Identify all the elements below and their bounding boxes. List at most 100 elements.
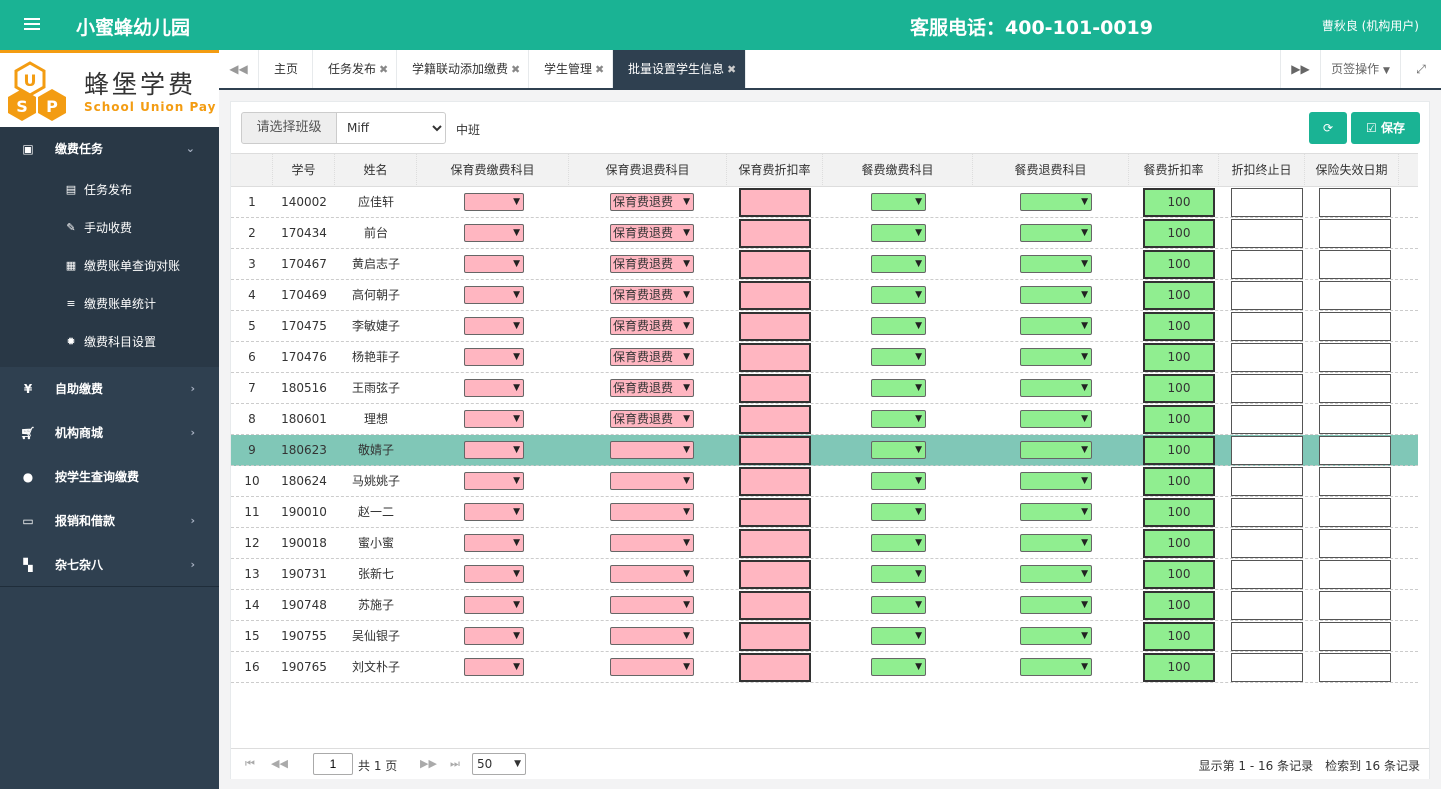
meal-discount-input[interactable]: 100 <box>1143 374 1215 403</box>
care-refund-item-select[interactable]: ▼ <box>610 627 694 645</box>
care-discount-input[interactable] <box>739 250 811 279</box>
meal-discount-input[interactable]: 100 <box>1143 467 1215 496</box>
care-discount-input[interactable] <box>739 560 811 589</box>
insurance-expiry-input[interactable] <box>1319 436 1391 465</box>
meal-discount-input[interactable]: 100 <box>1143 219 1215 248</box>
care-fee-item-select[interactable]: ▼ <box>464 379 524 397</box>
meal-fee-item-select[interactable]: ▼ <box>871 317 926 335</box>
discount-end-date-input[interactable] <box>1231 219 1303 248</box>
discount-end-date-input[interactable] <box>1231 622 1303 651</box>
tabs-scroll-left-icon[interactable]: ◀◀ <box>219 50 259 88</box>
th-care-fee-item[interactable]: 保育费缴费科目 <box>417 154 569 187</box>
meal-fee-item-select[interactable]: ▼ <box>871 658 926 676</box>
table-row[interactable]: 11 190010 赵一二 ▼ ▼ ▼ ▼ 100 <box>231 497 1418 528</box>
table-row[interactable]: 3 170467 黄启志子 ▼ 保育费退费 ▼ ▼ ▼ 100 <box>231 249 1418 280</box>
meal-refund-item-select[interactable]: ▼ <box>1020 503 1092 521</box>
meal-refund-item-select[interactable]: ▼ <box>1020 658 1092 676</box>
sidebar-subitem-fee-settings[interactable]: ✹ 缴费科目设置 <box>0 323 219 361</box>
meal-discount-input[interactable]: 100 <box>1143 405 1215 434</box>
care-refund-item-select[interactable]: 保育费退费 ▼ <box>610 317 694 335</box>
th-student-id[interactable]: 学号 <box>273 154 335 187</box>
care-fee-item-select[interactable]: ▼ <box>464 286 524 304</box>
discount-end-date-input[interactable] <box>1231 374 1303 403</box>
meal-discount-input[interactable]: 100 <box>1143 343 1215 372</box>
meal-fee-item-select[interactable]: ▼ <box>871 410 926 428</box>
close-icon[interactable]: ✖ <box>511 63 520 76</box>
sidebar-subitem-bill-query[interactable]: ▦ 缴费账单查询对账 <box>0 247 219 285</box>
meal-discount-input[interactable]: 100 <box>1143 312 1215 341</box>
meal-fee-item-select[interactable]: ▼ <box>871 565 926 583</box>
meal-discount-input[interactable]: 100 <box>1143 250 1215 279</box>
insurance-expiry-input[interactable] <box>1319 281 1391 310</box>
meal-fee-item-select[interactable]: ▼ <box>871 193 926 211</box>
care-refund-item-select[interactable]: 保育费退费 ▼ <box>610 410 694 428</box>
fullscreen-icon[interactable]: ⤢ <box>1400 50 1441 88</box>
meal-discount-input[interactable]: 100 <box>1143 281 1215 310</box>
care-fee-item-select[interactable]: ▼ <box>464 565 524 583</box>
prev-page-icon[interactable]: ◀◀ <box>271 757 288 770</box>
care-fee-item-select[interactable]: ▼ <box>464 317 524 335</box>
care-discount-input[interactable] <box>739 343 811 372</box>
tab-options-dropdown[interactable]: 页签操作 ▼ <box>1320 50 1400 88</box>
care-fee-item-select[interactable]: ▼ <box>464 348 524 366</box>
insurance-expiry-input[interactable] <box>1319 188 1391 217</box>
meal-discount-input[interactable]: 100 <box>1143 529 1215 558</box>
class-select[interactable]: Miff <box>336 112 446 144</box>
care-discount-input[interactable] <box>739 374 811 403</box>
care-refund-item-select[interactable]: ▼ <box>610 472 694 490</box>
care-refund-item-select[interactable]: 保育费退费 ▼ <box>610 348 694 366</box>
care-refund-item-select[interactable]: ▼ <box>610 441 694 459</box>
meal-fee-item-select[interactable]: ▼ <box>871 379 926 397</box>
meal-refund-item-select[interactable]: ▼ <box>1020 627 1092 645</box>
tab-home[interactable]: 主页 <box>259 50 313 88</box>
insurance-expiry-input[interactable] <box>1319 529 1391 558</box>
insurance-expiry-input[interactable] <box>1319 374 1391 403</box>
care-discount-input[interactable] <box>739 312 811 341</box>
care-refund-item-select[interactable]: ▼ <box>610 596 694 614</box>
care-discount-input[interactable] <box>739 498 811 527</box>
table-row[interactable]: 8 180601 理想 ▼ 保育费退费 ▼ ▼ ▼ 100 <box>231 404 1418 435</box>
tab-student-management[interactable]: 学生管理 ✖ <box>529 50 613 88</box>
meal-fee-item-select[interactable]: ▼ <box>871 441 926 459</box>
care-refund-item-select[interactable]: ▼ <box>610 658 694 676</box>
sidebar-item-student-query[interactable]: ● 按学生查询缴费 <box>0 455 219 499</box>
care-discount-input[interactable] <box>739 622 811 651</box>
table-row[interactable]: 10 180624 马姚姚子 ▼ ▼ ▼ ▼ 100 <box>231 466 1418 497</box>
care-fee-item-select[interactable]: ▼ <box>464 658 524 676</box>
discount-end-date-input[interactable] <box>1231 653 1303 682</box>
th-name[interactable]: 姓名 <box>335 154 417 187</box>
meal-refund-item-select[interactable]: ▼ <box>1020 317 1092 335</box>
care-discount-input[interactable] <box>739 467 811 496</box>
care-refund-item-select[interactable]: ▼ <box>610 565 694 583</box>
care-refund-item-select[interactable]: 保育费退费 ▼ <box>610 255 694 273</box>
sidebar-item-self-pay[interactable]: ¥ 自助缴费 › <box>0 367 219 411</box>
discount-end-date-input[interactable] <box>1231 467 1303 496</box>
table-row[interactable]: 2 170434 前台 ▼ 保育费退费 ▼ ▼ ▼ 100 <box>231 218 1418 249</box>
table-row[interactable]: 13 190731 张新七 ▼ ▼ ▼ ▼ 100 <box>231 559 1418 590</box>
table-row[interactable]: 5 170475 李敏婕子 ▼ 保育费退费 ▼ ▼ ▼ 100 <box>231 311 1418 342</box>
page-number-input[interactable] <box>313 753 353 775</box>
sidebar-item-mall[interactable]: 🛒︎ 机构商城 › <box>0 411 219 455</box>
care-fee-item-select[interactable]: ▼ <box>464 472 524 490</box>
refresh-button[interactable]: ⟳ <box>1309 112 1347 144</box>
meal-fee-item-select[interactable]: ▼ <box>871 596 926 614</box>
care-discount-input[interactable] <box>739 405 811 434</box>
insurance-expiry-input[interactable] <box>1319 467 1391 496</box>
care-fee-item-select[interactable]: ▼ <box>464 255 524 273</box>
care-refund-item-select[interactable]: 保育费退费 ▼ <box>610 224 694 242</box>
insurance-expiry-input[interactable] <box>1319 219 1391 248</box>
discount-end-date-input[interactable] <box>1231 281 1303 310</box>
meal-fee-item-select[interactable]: ▼ <box>871 627 926 645</box>
close-icon[interactable]: ✖ <box>379 63 388 76</box>
meal-refund-item-select[interactable]: ▼ <box>1020 379 1092 397</box>
th-discount-end-date[interactable]: 折扣终止日 <box>1219 154 1305 187</box>
table-row[interactable]: 1 140002 应佳轩 ▼ 保育费退费 ▼ ▼ ▼ 100 <box>231 187 1418 218</box>
meal-refund-item-select[interactable]: ▼ <box>1020 565 1092 583</box>
discount-end-date-input[interactable] <box>1231 343 1303 372</box>
care-discount-input[interactable] <box>739 219 811 248</box>
sidebar-subitem-task-publish[interactable]: ▤ 任务发布 <box>0 171 219 209</box>
discount-end-date-input[interactable] <box>1231 498 1303 527</box>
care-fee-item-select[interactable]: ▼ <box>464 224 524 242</box>
discount-end-date-input[interactable] <box>1231 250 1303 279</box>
meal-refund-item-select[interactable]: ▼ <box>1020 193 1092 211</box>
